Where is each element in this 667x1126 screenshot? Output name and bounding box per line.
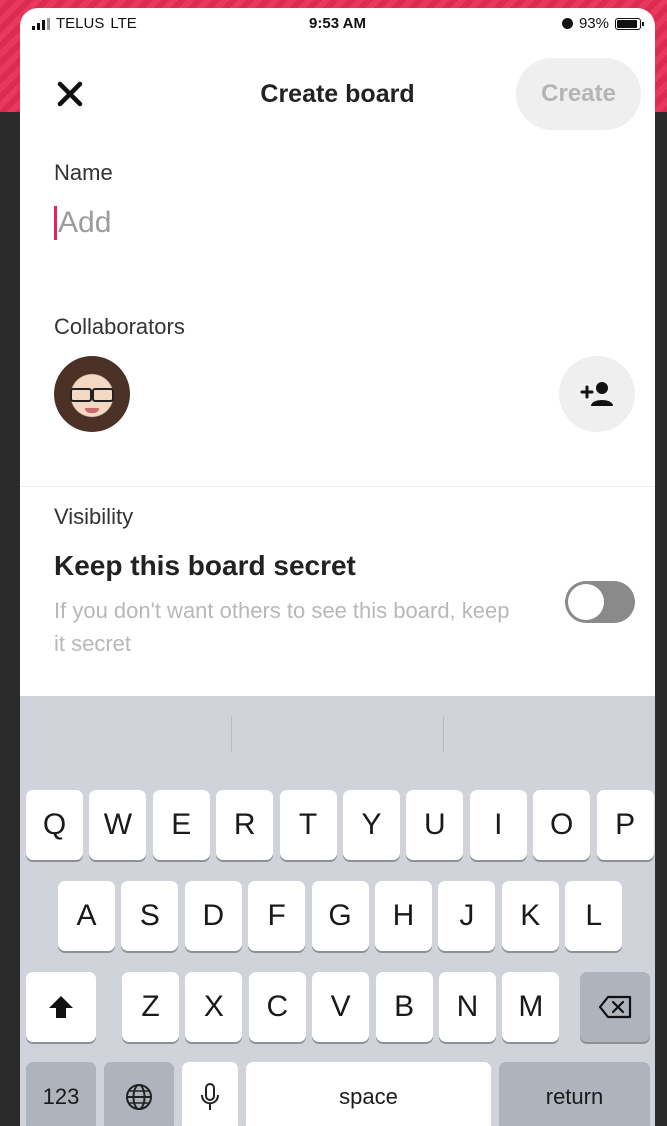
key-u[interactable]: U [406, 790, 464, 860]
secret-title: Keep this board secret [54, 550, 356, 581]
status-time: 9:53 AM [309, 15, 366, 32]
status-right: 93% [561, 15, 644, 32]
key-d[interactable]: D [184, 881, 242, 951]
background-frame-left [0, 112, 20, 1126]
background-frame-right [655, 112, 667, 1126]
suggestion-divider [443, 716, 444, 752]
battery-level [617, 19, 638, 28]
key-o[interactable]: O [533, 790, 591, 860]
return-key[interactable]: return [499, 1062, 650, 1126]
name-label: Name [54, 160, 113, 185]
status-bar: TELUS LTE 9:53 AM 93% [20, 8, 655, 40]
visibility-label: Visibility [54, 504, 134, 529]
suggestion-bar [20, 696, 655, 772]
suggestion-divider [231, 716, 232, 752]
text-caret [54, 206, 57, 240]
secret-description: If you don't want others to see this boa… [54, 598, 510, 656]
create-button[interactable]: Create [516, 58, 641, 130]
key-j[interactable]: J [438, 881, 496, 951]
section-divider [20, 486, 655, 487]
key-k[interactable]: K [501, 881, 559, 951]
key-v[interactable]: V [312, 972, 370, 1042]
key-r[interactable]: R [216, 790, 274, 860]
key-e[interactable]: E [152, 790, 210, 860]
globe-key[interactable] [104, 1062, 174, 1126]
phone-screen: TELUS LTE 9:53 AM 93% Create board Creat… [20, 8, 655, 1126]
numbers-key[interactable]: 123 [26, 1062, 96, 1126]
key-z[interactable]: Z [122, 972, 179, 1042]
key-h[interactable]: H [375, 881, 432, 951]
key-q[interactable]: Q [26, 790, 83, 860]
close-button[interactable] [50, 74, 90, 114]
microphone-icon [201, 1083, 219, 1110]
key-f[interactable]: F [248, 881, 306, 951]
collaborators-label: Collaborators [54, 314, 185, 339]
secret-toggle[interactable] [565, 581, 635, 623]
key-t[interactable]: T [279, 790, 337, 860]
key-i[interactable]: I [469, 790, 527, 860]
avatar-mouth [85, 408, 99, 413]
toggle-knob [568, 584, 604, 620]
add-person-icon [580, 382, 613, 406]
name-field-wrapper [54, 200, 614, 250]
key-b[interactable]: B [375, 972, 433, 1042]
key-l[interactable]: L [565, 881, 623, 951]
key-w[interactable]: W [89, 790, 147, 860]
key-a[interactable]: A [58, 881, 115, 951]
key-p[interactable]: P [596, 790, 654, 860]
shift-icon [49, 996, 73, 1018]
battery-icon [615, 17, 644, 30]
close-icon [57, 81, 83, 107]
key-n[interactable]: N [439, 972, 496, 1042]
key-y[interactable]: Y [343, 790, 400, 860]
key-m[interactable]: M [502, 972, 560, 1042]
backspace-icon [598, 995, 632, 1019]
space-key[interactable]: space [246, 1062, 491, 1126]
header: Create board Create [20, 52, 655, 132]
key-s[interactable]: S [121, 881, 179, 951]
microphone-key[interactable] [182, 1062, 238, 1126]
add-collaborator-button[interactable] [559, 356, 635, 432]
battery-percent: 93% [578, 15, 609, 32]
key-g[interactable]: G [311, 881, 369, 951]
key-c[interactable]: C [248, 972, 306, 1042]
keyboard: QWERTYUIOP ASDFGHJKL ZXCVBNM 123 space r… [20, 696, 655, 1126]
avatar-glasses [68, 388, 116, 402]
board-name-input[interactable] [58, 200, 608, 246]
globe-icon [126, 1084, 152, 1110]
avatar [54, 356, 130, 432]
backspace-key[interactable] [580, 972, 650, 1042]
alarm-icon [561, 18, 573, 29]
shift-key[interactable] [26, 972, 96, 1042]
key-x[interactable]: X [185, 972, 243, 1042]
